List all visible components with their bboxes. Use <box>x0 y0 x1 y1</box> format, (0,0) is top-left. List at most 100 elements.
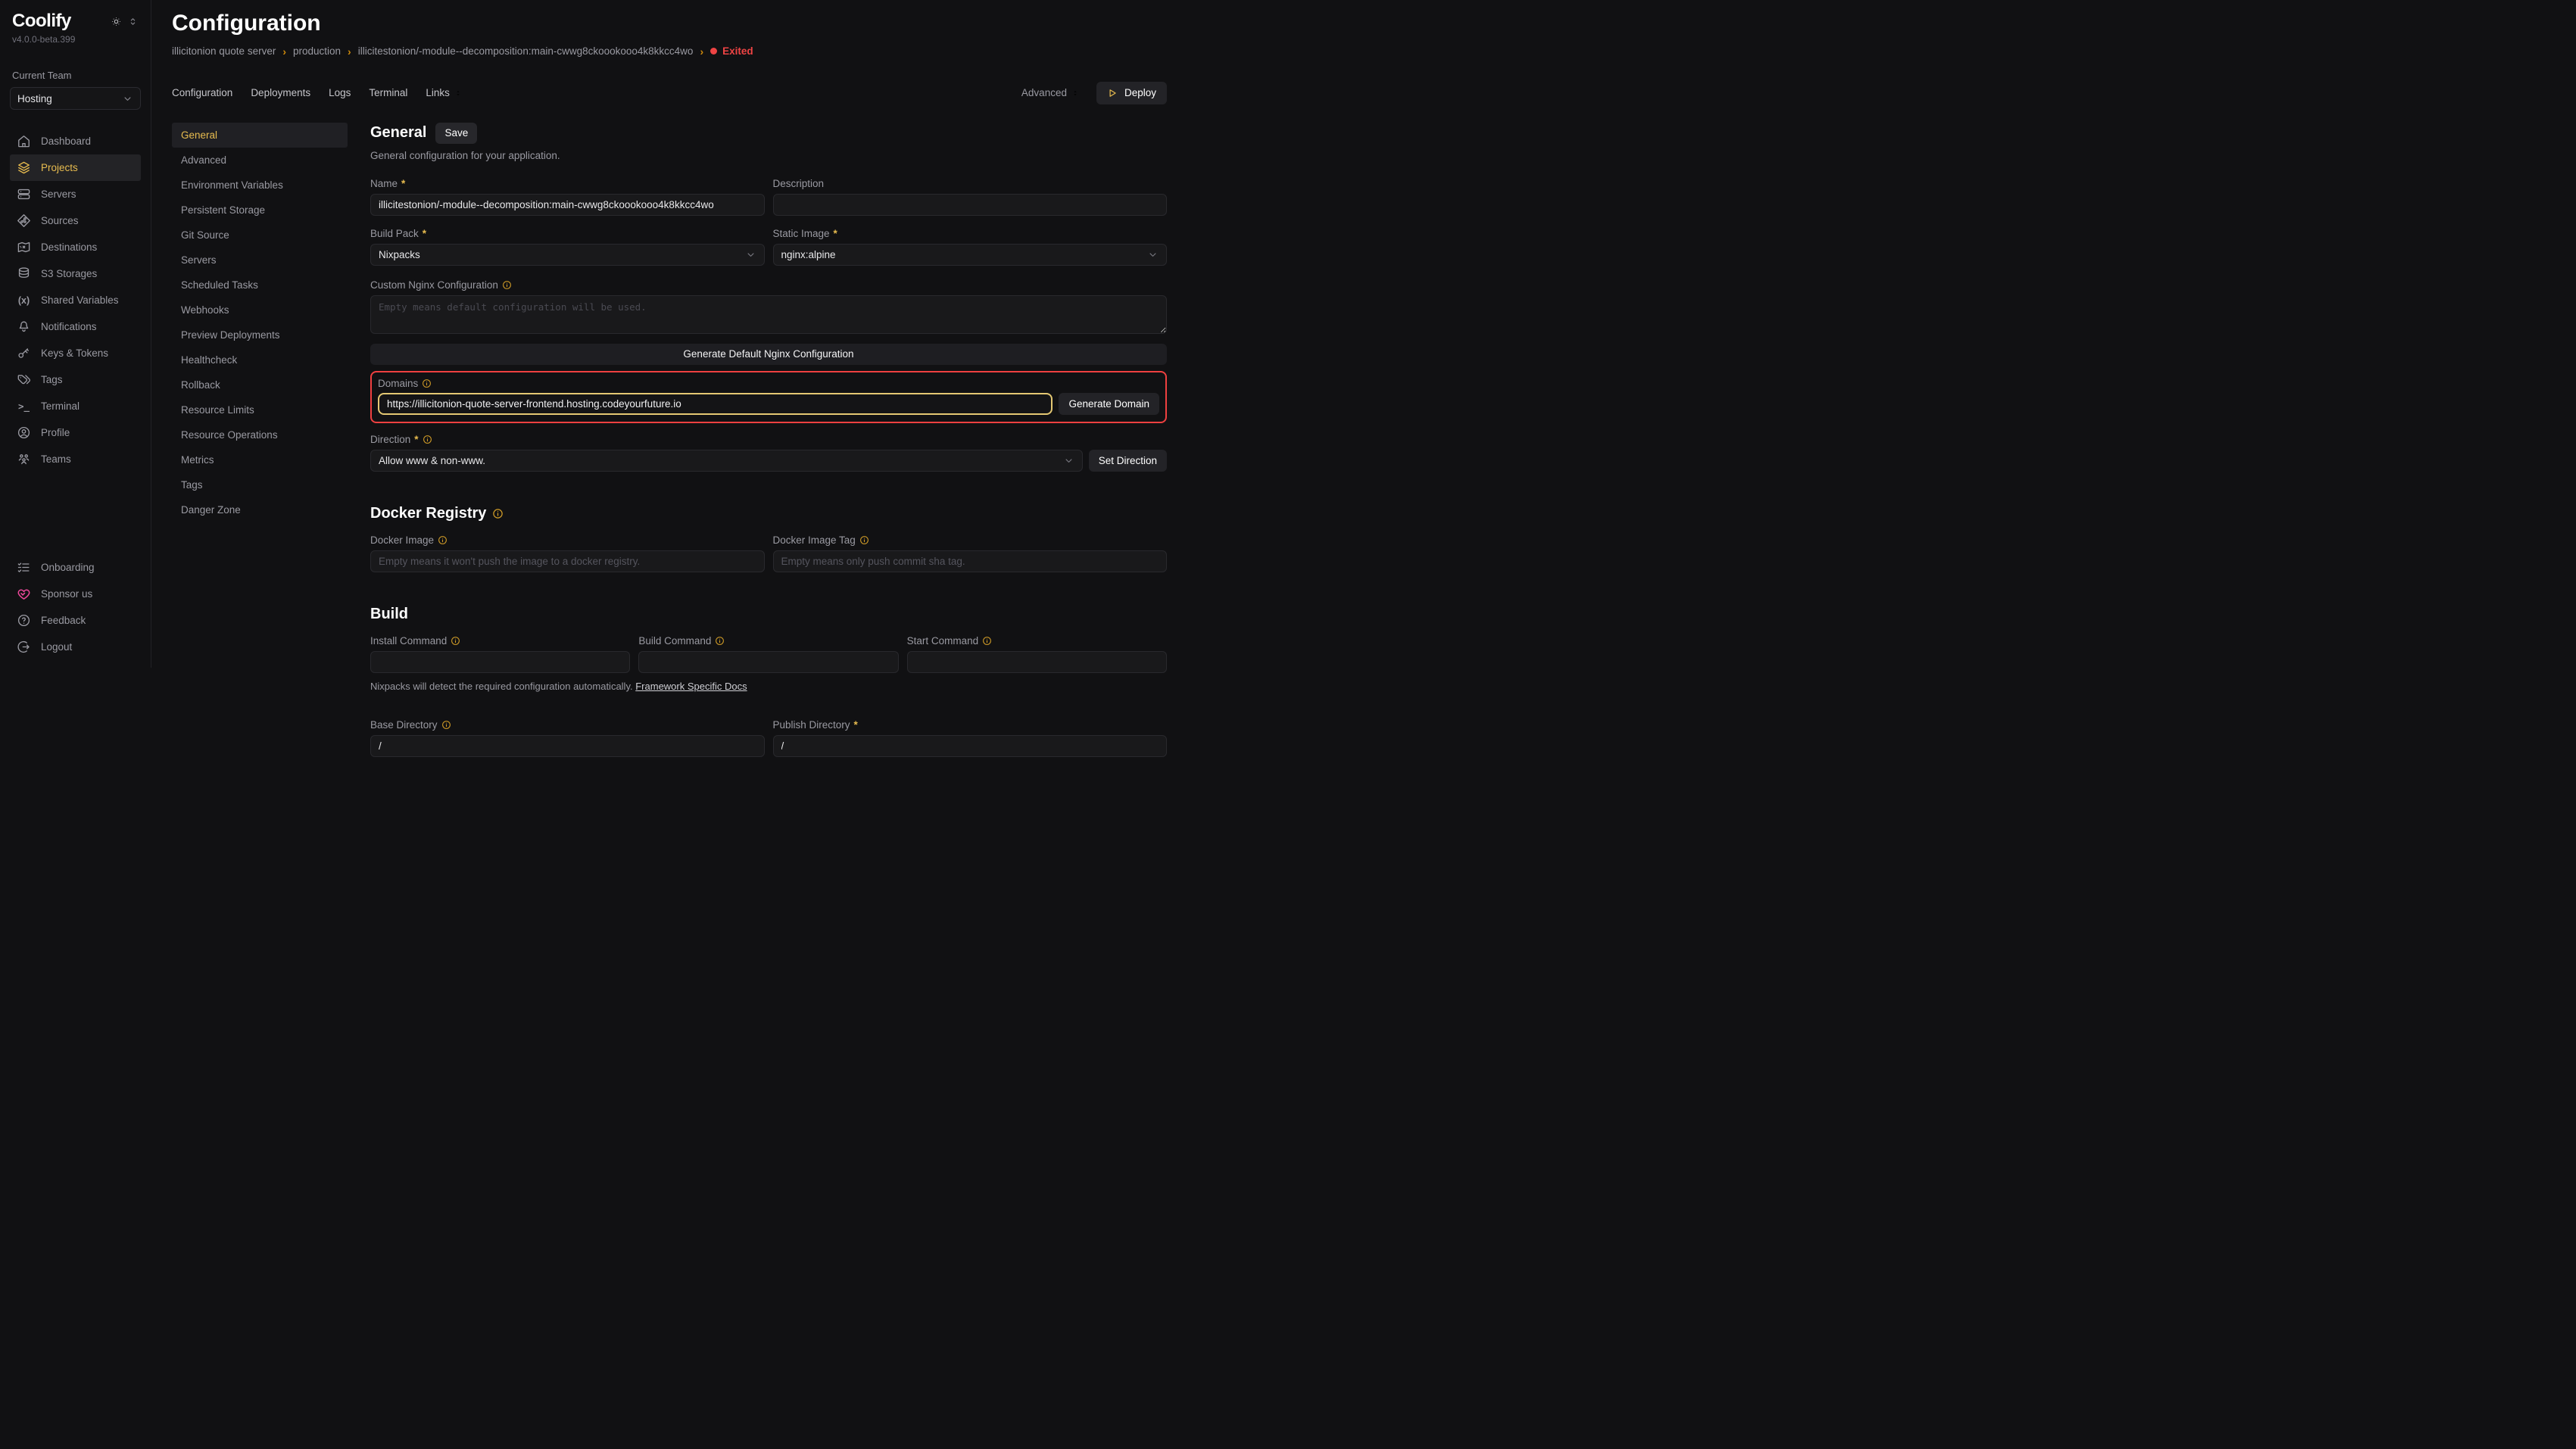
section-nav-tags[interactable]: Tags <box>172 472 348 497</box>
section-nav-environment-variables[interactable]: Environment Variables <box>172 173 348 198</box>
section-nav-advanced[interactable]: Advanced <box>172 148 348 173</box>
info-icon <box>422 379 432 388</box>
status-text: Exited <box>722 45 753 57</box>
description-input[interactable] <box>773 194 1168 216</box>
direction-select[interactable]: Allow www & non-www. <box>370 450 1083 472</box>
sidebar-item-terminal[interactable]: >_ Terminal <box>10 393 141 419</box>
info-icon <box>859 535 869 545</box>
section-nav-servers[interactable]: Servers <box>172 248 348 273</box>
required-marker: * <box>854 719 858 731</box>
section-nav-git-source[interactable]: Git Source <box>172 223 348 248</box>
section-nav-general[interactable]: General <box>172 123 348 148</box>
docker-image-input[interactable] <box>370 550 765 572</box>
section-nav-resource-limits[interactable]: Resource Limits <box>172 397 348 422</box>
build-command-label: Build Command <box>638 635 898 647</box>
info-icon <box>451 636 460 646</box>
sidebar-item-feedback[interactable]: Feedback <box>10 607 141 634</box>
section-nav-preview-deployments[interactable]: Preview Deployments <box>172 323 348 347</box>
required-marker: * <box>414 434 418 445</box>
install-command-input[interactable] <box>370 651 630 673</box>
breadcrumb-separator-icon: › <box>700 45 703 58</box>
sidebar-item-teams[interactable]: Teams <box>10 446 141 472</box>
tab-logs[interactable]: Logs <box>329 87 351 98</box>
breadcrumb-application[interactable]: illicitestonion/-module--decomposition:m… <box>358 45 694 57</box>
status-badge: Exited <box>710 45 753 57</box>
tag-icon <box>17 372 31 387</box>
sidebar-item-logout[interactable]: Logout <box>10 634 141 660</box>
sidebar-item-servers[interactable]: Servers <box>10 181 141 207</box>
section-nav-scheduled-tasks[interactable]: Scheduled Tasks <box>172 273 348 298</box>
sidebar-item-sponsor-us[interactable]: Sponsor us <box>10 581 141 607</box>
static-image-select[interactable]: nginx:alpine <box>773 244 1168 266</box>
sidebar-item-s3-storages[interactable]: S3 Storages <box>10 260 141 287</box>
section-nav-persistent-storage[interactable]: Persistent Storage <box>172 198 348 223</box>
build-heading: Build <box>370 606 1167 623</box>
docker-image-tag-input[interactable] <box>773 550 1168 572</box>
breadcrumb-separator-icon: › <box>348 45 351 58</box>
generate-nginx-config-button[interactable]: Generate Default Nginx Configuration <box>370 344 1167 365</box>
info-icon <box>492 508 504 519</box>
generate-domain-button[interactable]: Generate Domain <box>1059 393 1159 415</box>
sidebar-item-dashboard[interactable]: Dashboard <box>10 128 141 154</box>
sidebar-item-tags[interactable]: Tags <box>10 366 141 393</box>
sidebar-item-label: S3 Storages <box>41 268 97 279</box>
sidebar-item-label: Tags <box>41 374 63 385</box>
advanced-menu[interactable]: Advanced <box>1021 87 1080 98</box>
general-heading: General <box>370 124 426 142</box>
name-input[interactable] <box>370 194 765 216</box>
sidebar-item-label: Terminal <box>41 400 80 412</box>
section-nav-danger-zone[interactable]: Danger Zone <box>172 497 348 522</box>
sidebar-item-notifications[interactable]: Notifications <box>10 313 141 340</box>
sidebar-item-keys-tokens[interactable]: Keys & Tokens <box>10 340 141 366</box>
tab-configuration[interactable]: Configuration <box>172 87 232 98</box>
set-direction-button[interactable]: Set Direction <box>1089 450 1167 472</box>
sidebar-footer-nav: Onboarding Sponsor us Feedback Logout <box>10 554 141 660</box>
tab-deployments[interactable]: Deployments <box>251 87 310 98</box>
build-command-input[interactable] <box>638 651 898 673</box>
info-icon <box>423 435 432 444</box>
chevron-down-icon <box>1063 455 1074 466</box>
framework-docs-link[interactable]: Framework Specific Docs <box>635 681 747 692</box>
theme-sun-icon[interactable] <box>111 16 122 27</box>
sidebar-item-shared-variables[interactable]: (x) Shared Variables <box>10 287 141 313</box>
publish-directory-input[interactable] <box>773 735 1168 757</box>
start-command-input[interactable] <box>907 651 1167 673</box>
sidebar-item-onboarding[interactable]: Onboarding <box>10 554 141 581</box>
save-button[interactable]: Save <box>435 123 477 144</box>
build-pack-select[interactable]: Nixpacks <box>370 244 765 266</box>
domains-input[interactable] <box>378 393 1053 415</box>
section-nav-healthcheck[interactable]: Healthcheck <box>172 347 348 372</box>
custom-nginx-textarea[interactable] <box>370 295 1167 334</box>
map-icon <box>17 240 31 254</box>
sidebar-item-label: Teams <box>41 453 71 465</box>
theme-switcher-chevrons-icon[interactable] <box>127 16 139 27</box>
page-title: Configuration <box>172 11 1167 37</box>
sidebar-item-label: Profile <box>41 427 70 438</box>
user-circle-icon <box>17 425 31 440</box>
team-select[interactable]: Hosting <box>10 87 141 110</box>
server-icon <box>17 187 31 201</box>
configuration-section-nav: General Advanced Environment Variables P… <box>172 123 348 668</box>
section-nav-rollback[interactable]: Rollback <box>172 372 348 397</box>
breadcrumb-separator-icon: › <box>282 45 286 58</box>
base-directory-input[interactable] <box>370 735 765 757</box>
tab-links[interactable]: Links <box>426 87 463 98</box>
chevron-down-icon <box>1147 249 1159 260</box>
section-nav-resource-operations[interactable]: Resource Operations <box>172 422 348 447</box>
publish-directory-label: Publish Directory* <box>773 719 1168 731</box>
sidebar-item-destinations[interactable]: Destinations <box>10 234 141 260</box>
section-nav-metrics[interactable]: Metrics <box>172 447 348 472</box>
breadcrumb-project[interactable]: illicitonion quote server <box>172 45 276 57</box>
tab-terminal[interactable]: Terminal <box>369 87 407 98</box>
sidebar-item-label: Projects <box>41 162 78 173</box>
sidebar-item-projects[interactable]: Projects <box>10 154 141 181</box>
section-nav-webhooks[interactable]: Webhooks <box>172 298 348 323</box>
sidebar-item-profile[interactable]: Profile <box>10 419 141 446</box>
info-icon <box>982 636 992 646</box>
deploy-button[interactable]: Deploy <box>1096 82 1167 104</box>
sidebar-item-label: Logout <box>41 641 72 653</box>
sidebar-item-sources[interactable]: Sources <box>10 207 141 234</box>
breadcrumb-environment[interactable]: production <box>293 45 341 57</box>
sidebar-item-label: Feedback <box>41 615 86 626</box>
docker-image-label: Docker Image <box>370 534 765 546</box>
